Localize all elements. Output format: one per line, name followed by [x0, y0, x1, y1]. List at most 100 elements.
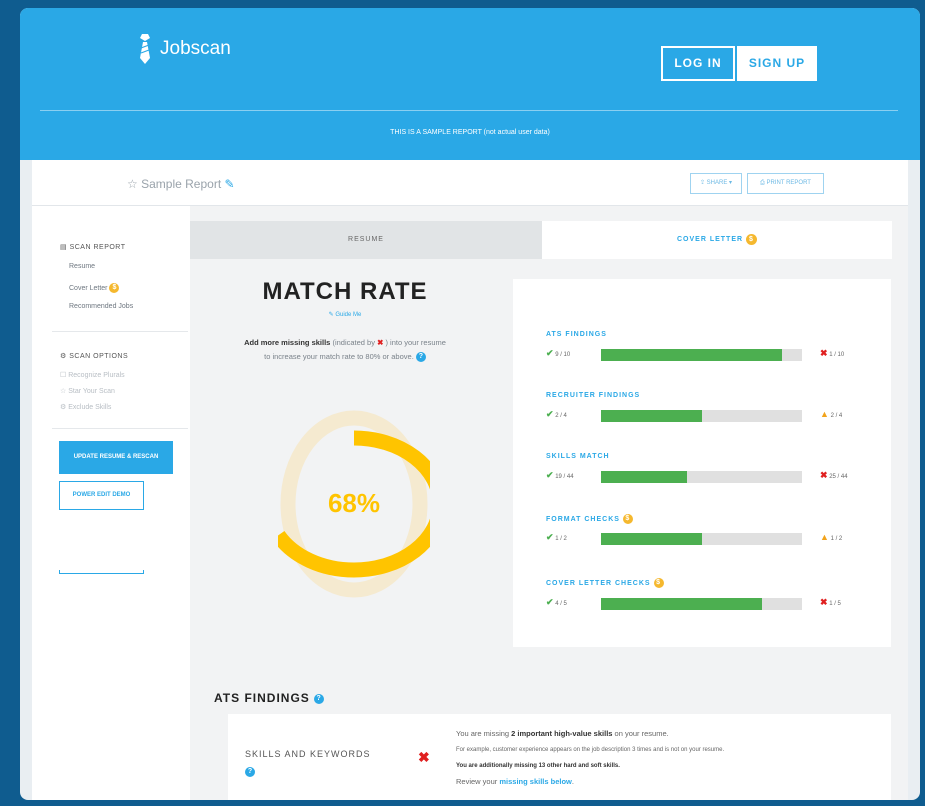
match-rate-donut: 68% [278, 410, 430, 598]
skills-keywords-card: SKILLS AND KEYWORDS ? ✖ You are missing … [228, 714, 891, 800]
finding-fail-cover-letter: ✖ 1 / 5 [820, 597, 841, 607]
finding-pass-cover-letter: ✔ 4 / 5 [546, 597, 567, 607]
share-icon: ⇪ [699, 180, 705, 186]
power-edit-demo-button[interactable]: POWER EDIT DEMO [59, 481, 144, 510]
finding-fail-recruiter: ▲ 2 / 4 [820, 409, 843, 419]
red-x-icon: ✖ [377, 338, 384, 347]
share-button[interactable]: ⇪ SHARE ▾ [690, 173, 742, 194]
jobscan-logo[interactable]: Jobscan [138, 34, 231, 64]
star-icon[interactable]: ☆ [60, 388, 66, 395]
sidebar-item-resume[interactable]: Resume [69, 263, 95, 270]
finding-fail-ats: ✖ 1 / 10 [820, 348, 845, 358]
option-star-your-scan[interactable]: ☆ Star Your Scan [60, 387, 115, 395]
check-icon: ✔ [546, 409, 554, 419]
info-icon[interactable]: ? [245, 763, 255, 781]
print-label: PRINT REPORT [766, 180, 811, 186]
premium-coin-icon: $ [622, 514, 633, 524]
finding-bar-fill [601, 533, 702, 545]
logo-text: Jobscan [160, 38, 231, 59]
premium-coin-icon: $ [109, 283, 120, 293]
checkbox-icon[interactable]: ☐ [60, 372, 66, 379]
caret-down-icon: ▾ [729, 180, 733, 186]
detail-line-1: You are missing 2 important high-value s… [456, 729, 669, 738]
warning-icon: ▲ [820, 532, 829, 542]
header-divider [40, 110, 898, 111]
scan-options-heading: ⚙ SCAN OPTIONS [60, 353, 129, 360]
skills-keywords-details: You are missing 2 important high-value s… [456, 726, 886, 790]
star-icon[interactable]: ☆ [127, 177, 138, 191]
detail-line-2: For example, customer experience appears… [456, 747, 725, 753]
option-recognize-plurals[interactable]: ☐ Recognize Plurals [60, 371, 125, 379]
app-window: Jobscan LOG IN SIGN UP THIS IS A SAMPLE … [20, 8, 920, 800]
finding-pass-recruiter: ✔ 2 / 4 [546, 409, 567, 419]
finding-bar-fill [601, 598, 762, 610]
login-button[interactable]: LOG IN [661, 46, 735, 81]
finding-bar-recruiter [601, 410, 802, 422]
finding-pass-ats: ✔ 9 / 10 [546, 348, 571, 358]
finding-fail-format: ▲ 1 / 2 [820, 532, 843, 542]
ats-findings-heading: ATS FINDINGS ? [214, 691, 325, 705]
report-title-bar: ☆ Sample Report ✎ ⇪ SHARE ▾ ⎙ PRINT REPO… [32, 160, 908, 206]
finding-name-recruiter: RECRUITER FINDINGS [546, 392, 641, 399]
red-x-icon: ✖ [820, 597, 828, 607]
finding-bar-format [601, 533, 802, 545]
match-rate-value: 68% [328, 488, 380, 518]
report-title[interactable]: ☆ Sample Report ✎ [127, 177, 235, 191]
findings-panel: ATS FINDINGS ✔ 9 / 10 ✖ 1 / 10 RECRUITER… [513, 279, 891, 647]
check-icon: ✔ [546, 470, 554, 480]
premium-coin-icon: $ [746, 233, 757, 245]
print-report-button[interactable]: ⎙ PRINT REPORT [747, 173, 824, 194]
sidebar-placeholder-box [59, 570, 144, 574]
detail-line-4: Review your missing skills below. [456, 777, 574, 786]
guide-me-link[interactable]: ✎ Guide Me [230, 311, 460, 318]
sidebar-divider [52, 331, 188, 332]
finding-bar-cover-letter [601, 598, 802, 610]
detail-line-3: You are additionally missing 13 other ha… [456, 763, 620, 769]
sidebar: ▤ SCAN REPORT Resume Cover Letter $ Reco… [32, 206, 190, 800]
option-exclude-skills[interactable]: ⚙ Exclude Skills [60, 403, 111, 411]
missing-skills-link[interactable]: missing skills below [499, 777, 572, 786]
match-rate-description: Add more missing skills (indicated by ✖ … [240, 336, 450, 364]
main-content: RESUME COVER LETTER $ MATCH RATE ✎ Guide… [190, 206, 908, 800]
pencil-icon: ✎ [328, 312, 334, 318]
sidebar-divider [52, 428, 188, 429]
gear-icon[interactable]: ⚙ [60, 404, 66, 411]
sample-report-note: THIS IS A SAMPLE REPORT (not actual user… [390, 129, 550, 136]
scan-report-heading: ▤ SCAN REPORT [60, 244, 126, 251]
tab-resume[interactable]: RESUME [190, 221, 542, 259]
finding-fail-skills: ✖ 25 / 44 [820, 470, 848, 480]
sidebar-item-cover-letter[interactable]: Cover Letter $ [69, 283, 120, 293]
info-icon[interactable]: ? [415, 352, 426, 363]
sliders-icon: ⚙ [60, 353, 67, 360]
finding-bar-skills [601, 471, 802, 483]
top-header: Jobscan LOG IN SIGN UP THIS IS A SAMPLE … [20, 8, 920, 160]
desc-bold: Add more missing skills [244, 338, 331, 347]
finding-name-format: FORMAT CHECKS $ [546, 514, 633, 524]
red-x-icon: ✖ [820, 348, 828, 358]
match-rate-title: MATCH RATE [262, 278, 428, 305]
premium-coin-icon: $ [653, 578, 664, 588]
finding-bar-ats [601, 349, 802, 361]
tab-cover-letter[interactable]: COVER LETTER $ [542, 221, 892, 259]
report-icon: ▤ [60, 244, 68, 251]
printer-icon: ⎙ [760, 180, 765, 186]
check-icon: ✔ [546, 532, 554, 542]
signup-button[interactable]: SIGN UP [737, 46, 817, 81]
report-title-text: Sample Report [141, 177, 222, 191]
update-resume-rescan-button[interactable]: UPDATE RESUME & RESCAN [59, 441, 173, 474]
tie-icon [140, 34, 150, 64]
skills-keywords-label: SKILLS AND KEYWORDS [245, 749, 371, 759]
check-icon: ✔ [546, 348, 554, 358]
edit-pencil-icon[interactable]: ✎ [225, 177, 235, 191]
finding-name-cover-letter: COVER LETTER CHECKS $ [546, 578, 664, 588]
info-icon[interactable]: ? [314, 693, 325, 704]
red-x-icon: ✖ [820, 470, 828, 480]
finding-pass-skills: ✔ 19 / 44 [546, 470, 574, 480]
finding-bar-fill [601, 471, 688, 483]
finding-name-ats: ATS FINDINGS [546, 331, 607, 338]
finding-pass-format: ✔ 1 / 2 [546, 532, 567, 542]
sidebar-item-recommended-jobs[interactable]: Recommended Jobs [69, 303, 133, 310]
finding-name-skills: SKILLS MATCH [546, 453, 610, 460]
warning-icon: ▲ [820, 409, 829, 419]
check-icon: ✔ [546, 597, 554, 607]
